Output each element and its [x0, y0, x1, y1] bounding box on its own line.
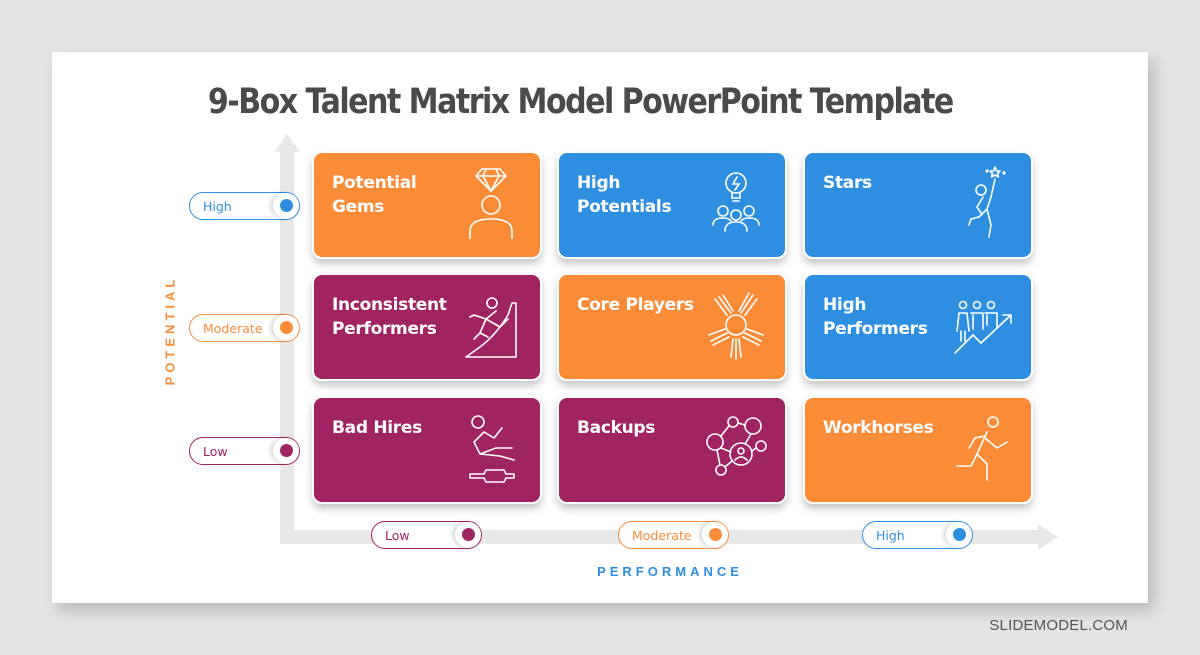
diamond-person-icon [456, 163, 526, 243]
potential-axis-title: POTENTIAL [162, 275, 178, 386]
lightbulb-team-icon [701, 163, 771, 243]
pill-dot [280, 199, 293, 212]
potential-axis-arrowhead [274, 134, 300, 152]
pill-label: Moderate [203, 321, 263, 336]
cell-label: Bad Hires [332, 418, 422, 438]
pill-dot [280, 321, 293, 334]
cell-label: Inconsistent Performers [332, 295, 447, 339]
cell-stars: Stars [803, 151, 1033, 259]
reaching-star-icon [947, 163, 1017, 243]
performance-axis-arrowhead [1038, 524, 1058, 550]
cell-workhorses: Workhorses [803, 396, 1033, 504]
performance-level-low: Low [371, 521, 482, 549]
network-people-icon [701, 408, 771, 488]
pill-label: High [876, 528, 905, 543]
climbing-person-icon [456, 285, 526, 365]
performance-axis-title: PERFORMANCE [597, 564, 743, 579]
slide-title: 9-Box Talent Matrix Model PowerPoint Tem… [207, 82, 954, 122]
cell-label: High Performers [823, 295, 928, 339]
performance-level-moderate: Moderate [618, 521, 729, 549]
hands-together-icon [701, 285, 771, 365]
cell-label: Potential Gems [332, 173, 417, 217]
potential-level-moderate: Moderate [189, 314, 300, 342]
cell-label: Backups [577, 418, 656, 438]
cell-high-potentials: High Potentials [557, 151, 787, 259]
watermark: SLIDEMODEL.COM [989, 617, 1128, 634]
running-person-icon [947, 408, 1017, 488]
potential-level-high: High [189, 192, 300, 220]
pill-dot [280, 444, 293, 457]
cell-core-players: Core Players [557, 273, 787, 381]
pill-dot [709, 528, 722, 541]
cell-label: High Potentials [577, 173, 672, 217]
pill-label: High [203, 199, 232, 214]
slipping-person-icon [456, 408, 526, 488]
potential-level-low: Low [189, 437, 300, 465]
team-growth-arrow-icon [947, 285, 1017, 365]
pill-dot [462, 528, 475, 541]
cell-label: Core Players [577, 295, 694, 315]
cell-bad-hires: Bad Hires [312, 396, 542, 504]
cell-label: Stars [823, 173, 872, 193]
pill-label: Low [203, 444, 228, 459]
pill-label: Moderate [632, 528, 692, 543]
cell-backups: Backups [557, 396, 787, 504]
cell-high-performers: High Performers [803, 273, 1033, 381]
pill-label: Low [385, 528, 410, 543]
cell-label: Workhorses [823, 418, 934, 438]
cell-inconsistent-performers: Inconsistent Performers [312, 273, 542, 381]
pill-dot [953, 528, 966, 541]
performance-level-high: High [862, 521, 973, 549]
cell-potential-gems: Potential Gems [312, 151, 542, 259]
